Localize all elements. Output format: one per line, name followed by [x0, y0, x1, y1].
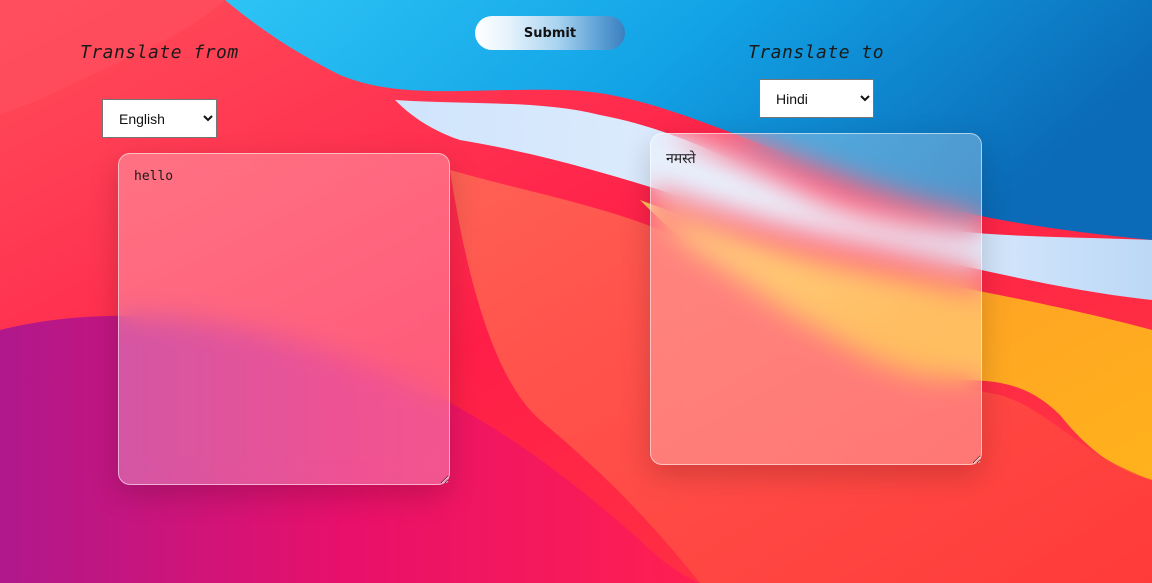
source-language-select[interactable]: English — [102, 99, 217, 138]
translate-to-heading: Translate to — [748, 42, 885, 63]
translated-text-output[interactable]: नमस्ते — [650, 133, 982, 465]
target-language-select[interactable]: Hindi — [759, 79, 874, 118]
translate-from-heading: Translate from — [80, 42, 239, 63]
submit-button[interactable]: Submit — [475, 16, 625, 50]
source-text-input[interactable]: hello — [118, 153, 450, 485]
